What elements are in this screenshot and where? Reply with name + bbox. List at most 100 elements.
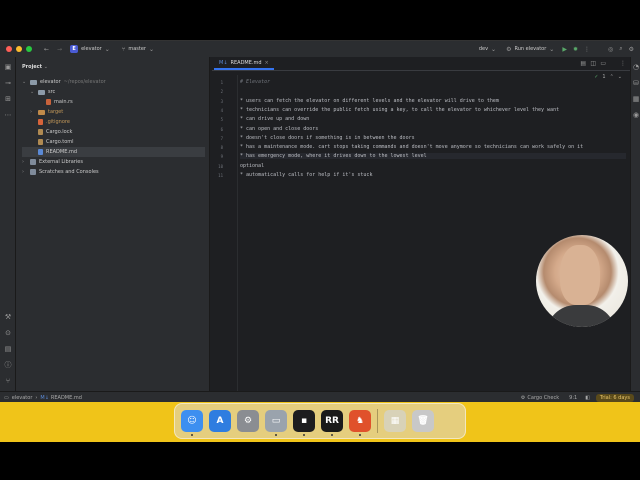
more-tools-icon[interactable]: ⋯ <box>4 111 12 119</box>
status-bar: ▭ elevator › M↓ README.md ⚙ Cargo Check … <box>0 391 640 402</box>
run-label: Run elevator <box>514 46 547 52</box>
chevron-right-icon: › <box>22 169 24 175</box>
project-panel-title[interactable]: Project ⌄ <box>22 64 48 70</box>
line-number: 10 <box>218 163 223 169</box>
forward-arrow-icon[interactable]: → <box>57 46 62 53</box>
lock-icon[interactable]: ◧ <box>585 395 590 401</box>
code-line[interactable]: * users can fetch the elevator on differ… <box>240 98 499 104</box>
settings-icon[interactable]: ⚙ <box>629 46 634 53</box>
code-line[interactable]: * doesn't close doors if something is in… <box>240 135 415 141</box>
debug-icon[interactable]: ✹ <box>573 46 578 53</box>
back-arrow-icon[interactable]: ← <box>44 46 49 53</box>
terminal-tool-icon[interactable]: ▤ <box>4 345 12 353</box>
dock-app-glyph: ♞ <box>355 416 365 426</box>
breadcrumb-file[interactable]: README.md <box>51 395 82 401</box>
running-indicator <box>359 434 361 436</box>
commit-tool-icon[interactable]: ⊸ <box>4 79 12 87</box>
webcam-person-shirt <box>546 305 616 327</box>
database-icon[interactable]: ⛁ <box>632 79 640 87</box>
project-panel: Project ⌄ ⌄ elevator ~/repos/elevator ⌄ … <box>16 57 210 391</box>
dock-screen-tool-icon[interactable]: ▭ <box>265 410 287 436</box>
run-target-selector[interactable]: ⚙ Run elevator ⌄ <box>506 46 554 53</box>
dock-brave-icon[interactable]: ♞ <box>349 410 371 436</box>
split-view-icon[interactable]: ◫ <box>590 60 596 67</box>
code-line[interactable]: * has a maintenance mode. cart stops tak… <box>240 144 583 150</box>
tree-item-readme[interactable]: README.md <box>22 147 205 157</box>
project-tool-icon[interactable]: ▣ <box>4 63 12 71</box>
more-actions-icon[interactable]: ⋮ <box>584 46 590 53</box>
tree-item-gitignore[interactable]: .gitignore <box>38 117 70 127</box>
problems-count: 1 <box>602 74 606 80</box>
cargo-check-widget[interactable]: Cargo Check <box>527 395 559 401</box>
close-tab-icon[interactable]: × <box>265 60 269 66</box>
code-line[interactable]: * can open and close doors <box>240 126 318 132</box>
excluded-folder-icon <box>38 109 45 115</box>
minimize-window-button[interactable] <box>16 46 22 52</box>
tab-readme[interactable]: M↓ README.md × <box>214 58 274 70</box>
running-indicator <box>275 434 277 436</box>
line-number: 7 <box>220 135 223 141</box>
tree-item-cargo-lock[interactable]: Cargo.lock <box>38 127 72 137</box>
line-number: 1 <box>220 80 223 85</box>
chevron-down-icon: ⌄ <box>617 74 622 80</box>
code-line[interactable]: # Elevator <box>240 79 270 85</box>
dock-finder-icon[interactable]: ☺ <box>181 410 203 436</box>
code-line[interactable]: * has emergency mode, where it drives do… <box>240 153 626 160</box>
ai-chat-icon[interactable]: ◉ <box>632 111 640 119</box>
preview-view-icon[interactable]: ▭ <box>600 60 606 67</box>
trial-badge[interactable]: Trial: 6 days <box>595 393 634 402</box>
tree-item-cargo-toml[interactable]: Cargo.toml <box>38 137 74 147</box>
code-line[interactable]: * technicians can override the public fe… <box>240 107 559 113</box>
code-line[interactable]: optional <box>240 163 264 169</box>
inspection-widget[interactable]: ✓ 1 ⌃ ⌄ <box>594 74 622 80</box>
search-icon[interactable]: ⌕ <box>619 45 622 53</box>
tree-item-external-libraries[interactable]: › External Libraries <box>22 157 83 167</box>
run-icon[interactable]: ▶ <box>562 46 567 53</box>
breadcrumb-project[interactable]: elevator <box>12 395 33 401</box>
zoom-window-button[interactable] <box>26 46 32 52</box>
git-branch-icon: ⑂ <box>121 45 126 53</box>
code-line[interactable]: * can drive up and down <box>240 116 309 122</box>
ai-assistant-icon[interactable]: ◎ <box>608 46 613 53</box>
breadcrumb-folder-icon: ▭ <box>4 394 9 401</box>
code-line[interactable]: * automatically calls for help if it's s… <box>240 172 372 178</box>
tree-item-label: External Libraries <box>39 159 83 165</box>
run-config-selector[interactable]: dev ⌄ <box>479 46 496 53</box>
build-tool-icon[interactable]: ⚒ <box>4 313 12 321</box>
structure-tool-icon[interactable]: ⊞ <box>4 95 12 103</box>
problems-tool-icon[interactable]: ⓘ <box>4 361 12 369</box>
project-selector[interactable]: E elevator ⌄ <box>70 45 110 53</box>
branch-selector[interactable]: ⑂ master ⌄ <box>122 46 154 53</box>
tree-item-target[interactable]: › target <box>30 107 63 117</box>
git-tool-icon[interactable]: ⑂ <box>4 377 12 385</box>
tree-item-elevator[interactable]: ⌄ elevator ~/repos/elevator <box>22 77 106 87</box>
notifications-icon[interactable]: ◔ <box>632 63 640 71</box>
editor-only-view-icon[interactable]: ▤ <box>580 60 586 67</box>
line-number: 5 <box>220 117 223 123</box>
dock-rustrover-icon[interactable]: RR <box>321 410 343 436</box>
tree-item-src[interactable]: ⌄ src <box>30 87 55 97</box>
dock-app-store-icon[interactable]: A <box>209 410 231 432</box>
tab-actions-icon[interactable]: ⋮ <box>620 60 626 67</box>
dock-terminal-app-icon[interactable]: ▪ <box>293 410 315 436</box>
tree-item-label: main.rs <box>54 99 73 105</box>
dock-downloads-stack-icon[interactable]: ▦ <box>384 410 406 432</box>
tree-item-path: ~/repos/elevator <box>63 79 106 85</box>
rust-file-icon <box>46 99 51 105</box>
tree-item-scratches[interactable]: › Scratches and Consoles <box>22 167 99 177</box>
chevron-down-icon: ⌄ <box>491 45 497 53</box>
markdown-file-icon: M↓ <box>219 60 228 66</box>
services-tool-icon[interactable]: ⊙ <box>4 329 12 337</box>
close-window-button[interactable] <box>6 46 12 52</box>
line-number: 2 <box>220 89 223 95</box>
dock-app-glyph: 🗑 <box>417 416 429 426</box>
scratches-icon <box>30 169 36 175</box>
tree-item-main-rs[interactable]: main.rs <box>46 97 73 107</box>
line-number: 3 <box>220 98 223 104</box>
running-indicator <box>303 434 305 436</box>
dock-trash-icon[interactable]: 🗑 <box>412 410 434 432</box>
dock-system-settings-icon[interactable]: ⚙ <box>237 410 259 432</box>
caret-position[interactable]: 9:1 <box>569 395 577 401</box>
cargo-tool-icon[interactable]: ▦ <box>632 95 640 103</box>
project-badge: E <box>70 45 79 53</box>
